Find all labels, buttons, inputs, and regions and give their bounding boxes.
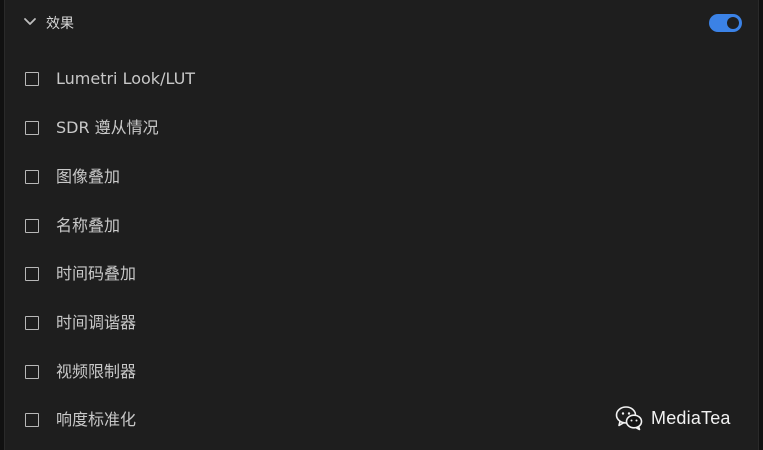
watermark: MediaTea (615, 404, 731, 432)
effect-label: SDR 遵从情况 (56, 118, 159, 137)
checkbox[interactable] (25, 267, 39, 281)
effect-item-image-overlay[interactable]: 图像叠加 (5, 160, 758, 196)
wechat-icon (615, 406, 643, 431)
effect-item-time-tuner[interactable]: 时间调谐器 (5, 306, 758, 342)
effect-label: 图像叠加 (56, 167, 121, 186)
checkbox[interactable] (25, 365, 39, 379)
section-title: 效果 (46, 16, 74, 32)
effect-label: 时间调谐器 (56, 313, 137, 332)
effect-item-sdr-conform[interactable]: SDR 遵从情况 (5, 111, 758, 147)
effects-panel: 效果 Lumetri Look/LUT SDR 遵从情况 图像叠加 名称叠加 时… (4, 0, 759, 450)
checkbox[interactable] (25, 219, 39, 233)
effect-label: 时间码叠加 (56, 264, 137, 283)
checkbox[interactable] (25, 72, 39, 86)
effect-item-name-overlay[interactable]: 名称叠加 (5, 209, 758, 245)
effect-label: 名称叠加 (56, 216, 121, 235)
effects-enable-toggle[interactable] (709, 14, 742, 32)
checkbox[interactable] (25, 170, 39, 184)
watermark-text: MediaTea (651, 407, 731, 428)
checkbox[interactable] (25, 121, 39, 135)
effect-label: Lumetri Look/LUT (56, 69, 196, 88)
section-header[interactable]: 效果 (5, 0, 758, 48)
chevron-down-icon[interactable] (23, 15, 37, 29)
checkbox[interactable] (25, 413, 39, 427)
toggle-knob (727, 17, 739, 29)
effect-item-timecode-overlay[interactable]: 时间码叠加 (5, 257, 758, 293)
effect-label: 响度标准化 (56, 410, 137, 429)
effect-item-lumetri-look-lut[interactable]: Lumetri Look/LUT (5, 62, 758, 98)
effect-label: 视频限制器 (56, 362, 137, 381)
checkbox[interactable] (25, 316, 39, 330)
effect-item-video-limiter[interactable]: 视频限制器 (5, 355, 758, 391)
